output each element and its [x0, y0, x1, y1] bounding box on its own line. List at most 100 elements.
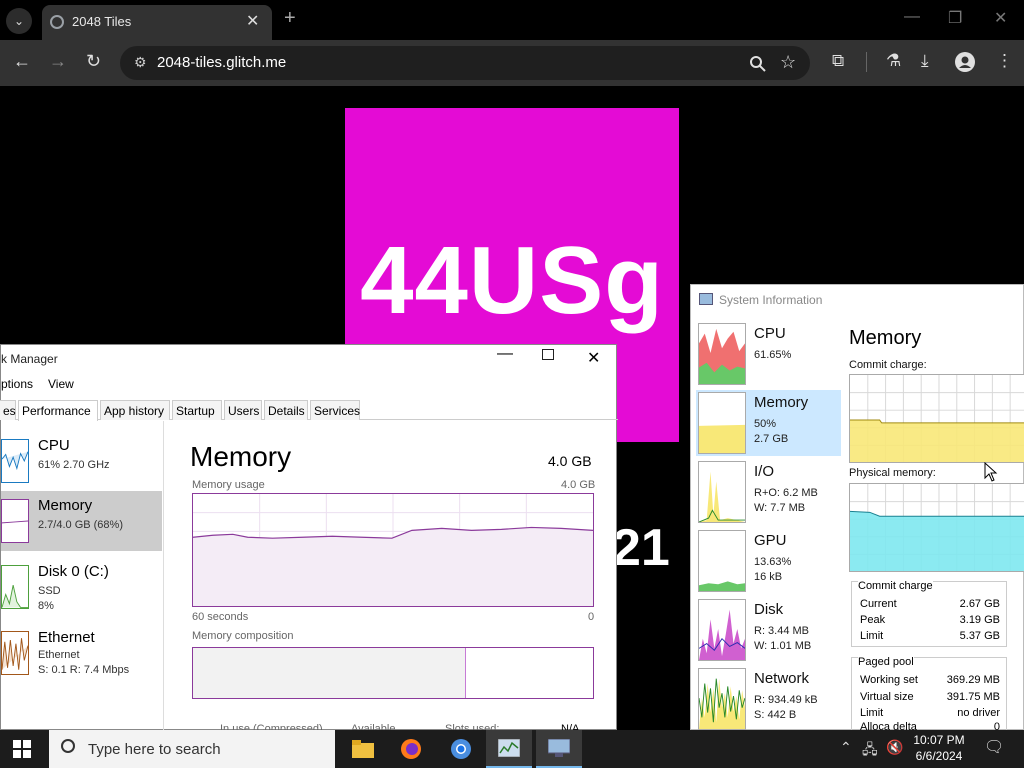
tab-search-button[interactable]: ⌄: [6, 8, 32, 34]
commit-charge-graph: [849, 374, 1024, 463]
firefox-app[interactable]: [388, 730, 434, 768]
url-text[interactable]: 2048-tiles.glitch.me: [157, 54, 286, 71]
clock-date[interactable]: 6/6/2024: [908, 749, 970, 763]
file-explorer-app[interactable]: [340, 730, 386, 768]
tile-text: 44USg: [360, 227, 664, 334]
memory-capacity: 4.0 GB: [548, 453, 592, 469]
resource-item-ethernet[interactable]: Ethernet Ethernet S: 0.1 R: 7.4 Mbps: [1, 623, 162, 683]
item-sub: 2.7/4.0 GB (68%): [38, 519, 123, 531]
usage-label: Memory usage: [192, 479, 265, 491]
window-title: System Information: [719, 293, 823, 307]
globe-icon: [50, 15, 64, 29]
task-manager-app[interactable]: [486, 730, 532, 768]
stat-row: Limit no driver: [860, 707, 1000, 719]
item-name: GPU: [754, 532, 787, 549]
item-sub2: 2.7 GB: [754, 433, 789, 445]
resource-list: CPU 61% 2.70 GHz Memory 2.7/4.0 GB (68%)…: [1, 421, 164, 731]
zoom-icon[interactable]: [750, 56, 766, 72]
network-icon[interactable]: 🖧: [862, 739, 878, 763]
resource-item-memory[interactable]: Memory 2.7/4.0 GB (68%): [1, 491, 162, 551]
tab-close-icon[interactable]: ✕: [246, 11, 259, 31]
si-item-io[interactable]: I/O R+O: 6.2 MB W: 7.7 MB: [696, 459, 841, 525]
tab-app-history[interactable]: App history: [100, 400, 170, 420]
profile-avatar-icon[interactable]: [955, 52, 975, 72]
menu-options[interactable]: ptions: [1, 377, 33, 391]
item-name: Disk 0 (C:): [38, 563, 109, 580]
tab-details[interactable]: Details: [264, 400, 308, 420]
maximize-icon[interactable]: [542, 349, 554, 360]
resource-item-disk[interactable]: Disk 0 (C:) SSD 8%: [1, 557, 162, 617]
notification-icon[interactable]: 🗨: [984, 737, 1004, 757]
commit-charge-label: Commit charge:: [849, 359, 927, 371]
minimize-icon[interactable]: —: [904, 8, 920, 26]
tab-performance[interactable]: Performance: [18, 400, 98, 421]
item-name: Network: [754, 670, 810, 687]
stat-row: Current 2.67 GB: [860, 598, 1000, 610]
browser-tab[interactable]: 2048 Tiles ✕: [42, 5, 272, 40]
item-name: Memory: [754, 394, 809, 411]
tab-startup[interactable]: Startup: [172, 400, 222, 420]
firefox-icon: [401, 739, 421, 759]
task-manager-window: k Manager — ✕ ptions View es Performance…: [0, 344, 618, 735]
address-bar[interactable]: ⚙ 2048-tiles.glitch.me ☆: [120, 46, 810, 80]
clock-time[interactable]: 10:07 PM: [908, 733, 970, 747]
item-sub: 61% 2.70 GHz: [38, 459, 110, 471]
new-tab-button[interactable]: +: [284, 7, 296, 30]
tab-users[interactable]: Users: [224, 400, 262, 420]
detail-title: Memory: [849, 327, 922, 349]
chevron-up-icon[interactable]: ⌃: [840, 739, 852, 756]
item-sub: R+O: 6.2 MB: [754, 487, 818, 499]
back-arrow-icon[interactable]: ←: [13, 51, 31, 72]
bookmark-star-icon[interactable]: ☆: [780, 52, 796, 73]
site-settings-icon[interactable]: ⚙: [134, 54, 147, 71]
si-item-network[interactable]: Network R: 934.49 kB S: 442 B: [696, 666, 841, 732]
resource-item-cpu[interactable]: CPU 61% 2.70 GHz: [1, 431, 162, 491]
item-name: I/O: [754, 463, 775, 480]
box-title: Commit charge: [858, 580, 933, 592]
minimize-icon[interactable]: —: [497, 345, 513, 363]
item-sub: R: 934.49 kB: [754, 694, 818, 706]
usage-max: 4.0 GB: [561, 479, 596, 491]
volume-muted-icon[interactable]: 🔇: [886, 739, 903, 756]
search-icon: [61, 739, 75, 753]
menu-view[interactable]: View: [48, 377, 74, 391]
network-graph: [698, 668, 746, 730]
item-sub: 61.65%: [754, 349, 792, 361]
taskbar-search-box[interactable]: Type here to search: [49, 730, 335, 768]
item-name: CPU: [754, 325, 786, 342]
task-manager-icon: [498, 739, 520, 757]
reload-icon[interactable]: ↻: [86, 51, 101, 72]
chrome-icon: [451, 739, 471, 759]
item-sub2: W: 7.7 MB: [754, 502, 806, 514]
si-item-gpu[interactable]: GPU 13.63% 16 kB: [696, 528, 841, 594]
physical-memory-label: Physical memory:: [849, 467, 936, 479]
stat-row: Peak 3.19 GB: [860, 614, 1000, 626]
si-item-memory[interactable]: Memory 50% 2.7 GB: [696, 390, 841, 456]
restore-icon[interactable]: ❐: [948, 8, 962, 28]
windows-start-icon[interactable]: [13, 740, 31, 758]
memory-thumb-graph: [1, 499, 29, 543]
si-item-disk[interactable]: Disk R: 3.44 MB W: 1.01 MB: [696, 597, 841, 663]
physical-memory-graph: [849, 483, 1024, 572]
extensions-icon[interactable]: ⧉: [832, 51, 844, 71]
search-placeholder: Type here to search: [88, 741, 221, 758]
close-icon[interactable]: ✕: [994, 8, 1007, 28]
item-sub2: 8%: [38, 600, 54, 612]
more-menu-icon[interactable]: ⋮: [996, 51, 1013, 71]
tab-processes[interactable]: es: [0, 400, 16, 420]
si-item-cpu[interactable]: CPU 61.65%: [696, 321, 841, 387]
window-title: k Manager: [1, 352, 58, 366]
stat-row: Limit 5.37 GB: [860, 630, 1000, 642]
close-icon[interactable]: ✕: [587, 348, 600, 368]
system-information-app[interactable]: [536, 730, 582, 768]
download-icon[interactable]: ⤓: [921, 51, 929, 71]
time-right-label: 0: [588, 611, 595, 623]
forward-arrow-icon[interactable]: →: [49, 51, 67, 72]
item-name: Disk: [754, 601, 784, 618]
labs-flask-icon[interactable]: ⚗: [886, 51, 901, 71]
cpu-graph: [698, 323, 746, 385]
tab-services[interactable]: Services: [310, 400, 360, 420]
browser-tab-bar: ⌄ 2048 Tiles ✕ + — ❐ ✕: [0, 0, 1024, 40]
stat-row: Working set 369.29 MB: [860, 674, 1000, 686]
chrome-app[interactable]: [438, 730, 484, 768]
